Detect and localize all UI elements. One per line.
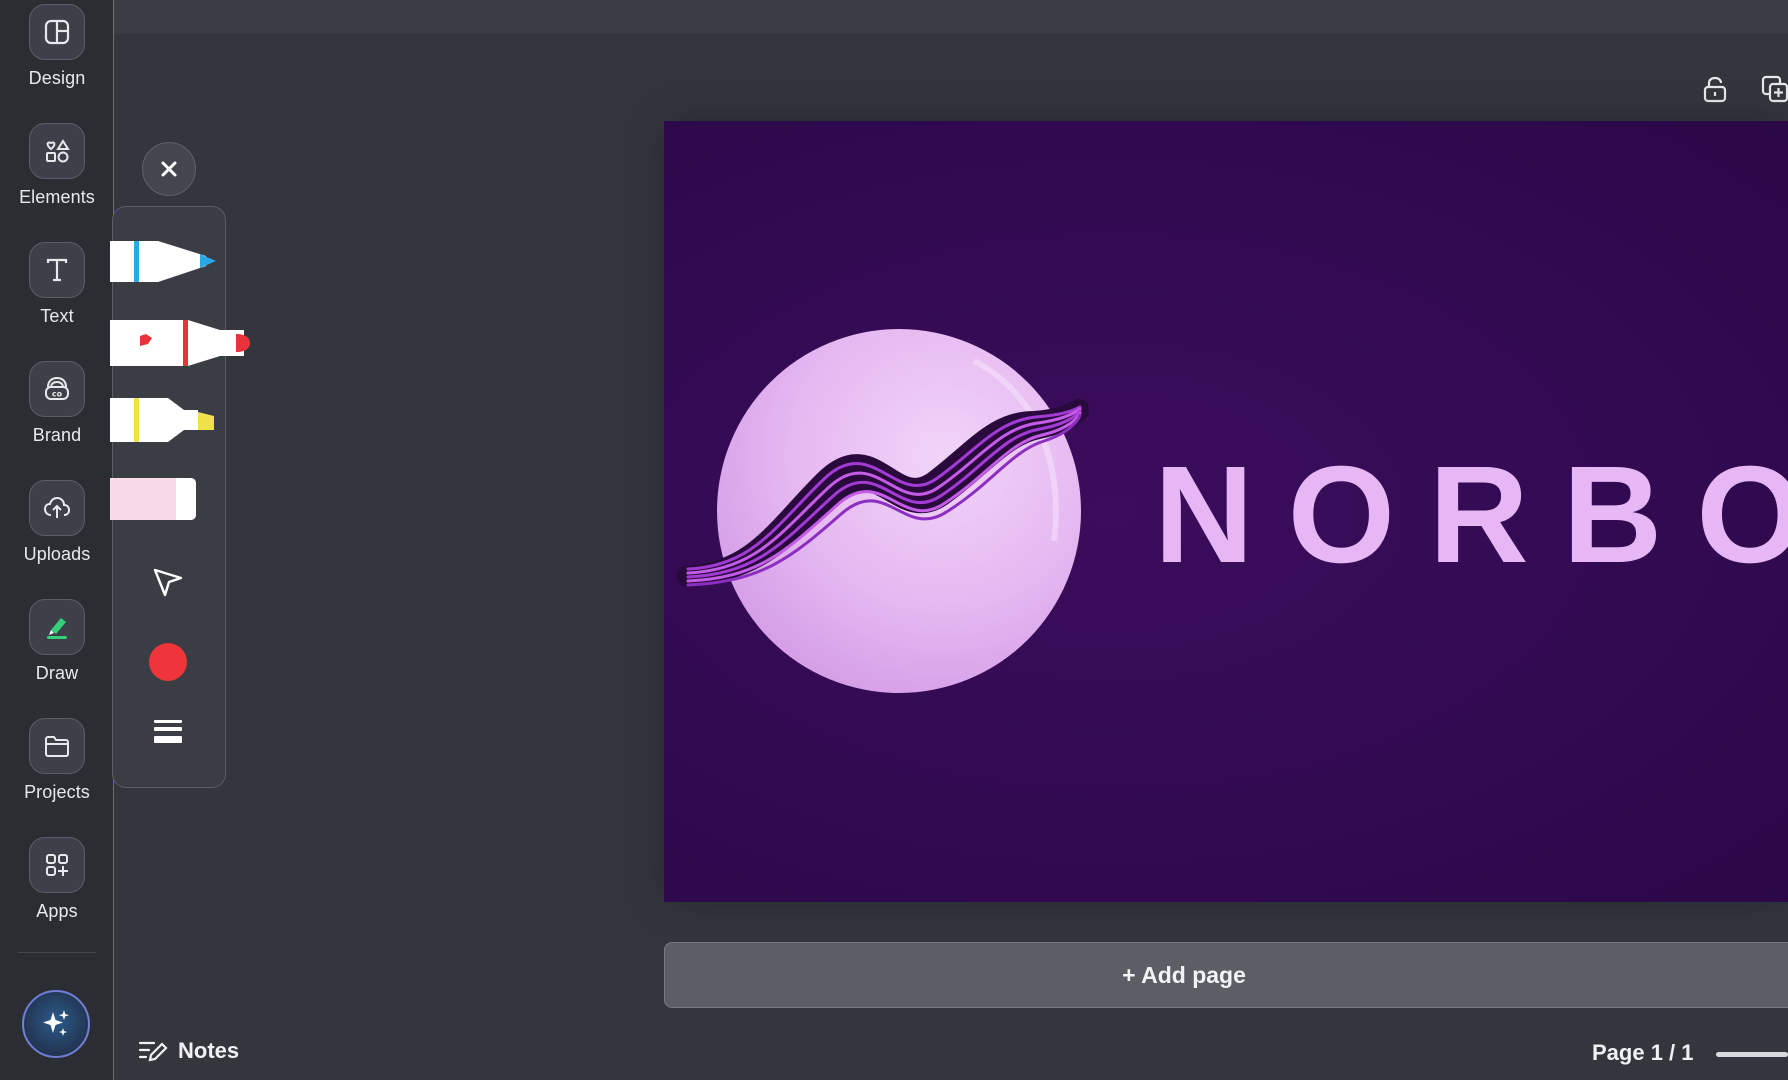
color-picker-button[interactable] <box>148 642 188 682</box>
apps-grid-plus-icon <box>29 837 85 893</box>
sidebar-item-label: Text <box>40 306 74 326</box>
cursor-arrow-icon <box>153 568 183 597</box>
stroke-weight-icon <box>154 720 182 743</box>
page-indicator[interactable]: Page 1 / 1 <box>1592 1040 1694 1066</box>
cloud-upload-icon <box>29 480 85 536</box>
sidebar-divider <box>18 952 96 953</box>
sidebar-item-label: Uploads <box>23 544 91 564</box>
sidebar-item-label: Apps <box>36 901 78 921</box>
page-actions <box>1700 74 1788 104</box>
draw-marker-icon <box>29 599 85 655</box>
svg-text:co: co <box>52 390 63 399</box>
notes-label: Notes <box>178 1038 240 1063</box>
add-page-button[interactable]: + Add page <box>664 942 1788 1008</box>
sidebar-item-draw[interactable]: Draw <box>0 599 114 709</box>
pen-tool[interactable] <box>110 236 218 288</box>
notes-button[interactable]: Notes <box>138 1038 239 1064</box>
elements-shapes-icon <box>29 123 85 179</box>
sidebar-item-design[interactable]: Design <box>0 4 114 114</box>
highlighter-tool[interactable] <box>110 394 220 446</box>
notes-pencil-icon <box>138 1041 168 1062</box>
design-canvas[interactable]: NORBO <box>664 121 1788 902</box>
eraser-tool[interactable] <box>110 474 200 524</box>
zoom-slider[interactable] <box>1716 1052 1788 1057</box>
left-sidebar: Design Elements Text co Brand Uploads Dr… <box>0 0 114 1080</box>
close-icon <box>161 161 177 177</box>
sidebar-item-label: Elements <box>19 187 95 207</box>
add-page-label: + Add page <box>1122 961 1246 988</box>
folder-icon <box>29 718 85 774</box>
text-t-icon <box>29 242 85 298</box>
sidebar-item-label: Brand <box>32 425 82 445</box>
sidebar-item-uploads[interactable]: Uploads <box>0 480 114 590</box>
brand-wordmark[interactable]: NORBO <box>1154 436 1788 595</box>
lock-icon[interactable] <box>1700 74 1730 104</box>
sparkle-icon <box>43 1010 69 1036</box>
sidebar-item-brand[interactable]: co Brand <box>0 361 114 471</box>
duplicate-page-icon[interactable] <box>1760 74 1788 104</box>
marker-tool[interactable] <box>110 316 270 370</box>
design-layout-icon <box>29 4 85 60</box>
sidebar-item-elements[interactable]: Elements <box>0 123 114 233</box>
norbo-logo-mark <box>676 329 1089 693</box>
select-tool[interactable] <box>148 562 188 602</box>
top-bar-strip <box>114 0 1788 34</box>
sidebar-item-text[interactable]: Text <box>0 242 114 352</box>
sidebar-item-label: Projects <box>24 782 90 802</box>
magic-sparkle-button[interactable] <box>22 990 90 1058</box>
stroke-weight-button[interactable] <box>150 714 186 750</box>
brand-icon: co <box>29 361 85 417</box>
sidebar-item-projects[interactable]: Projects <box>0 718 114 828</box>
sidebar-item-label: Draw <box>35 663 79 683</box>
sidebar-item-label: Design <box>28 68 86 88</box>
sidebar-item-apps[interactable]: Apps <box>0 837 114 947</box>
close-draw-button[interactable] <box>142 142 196 196</box>
color-swatch-icon <box>149 643 187 681</box>
